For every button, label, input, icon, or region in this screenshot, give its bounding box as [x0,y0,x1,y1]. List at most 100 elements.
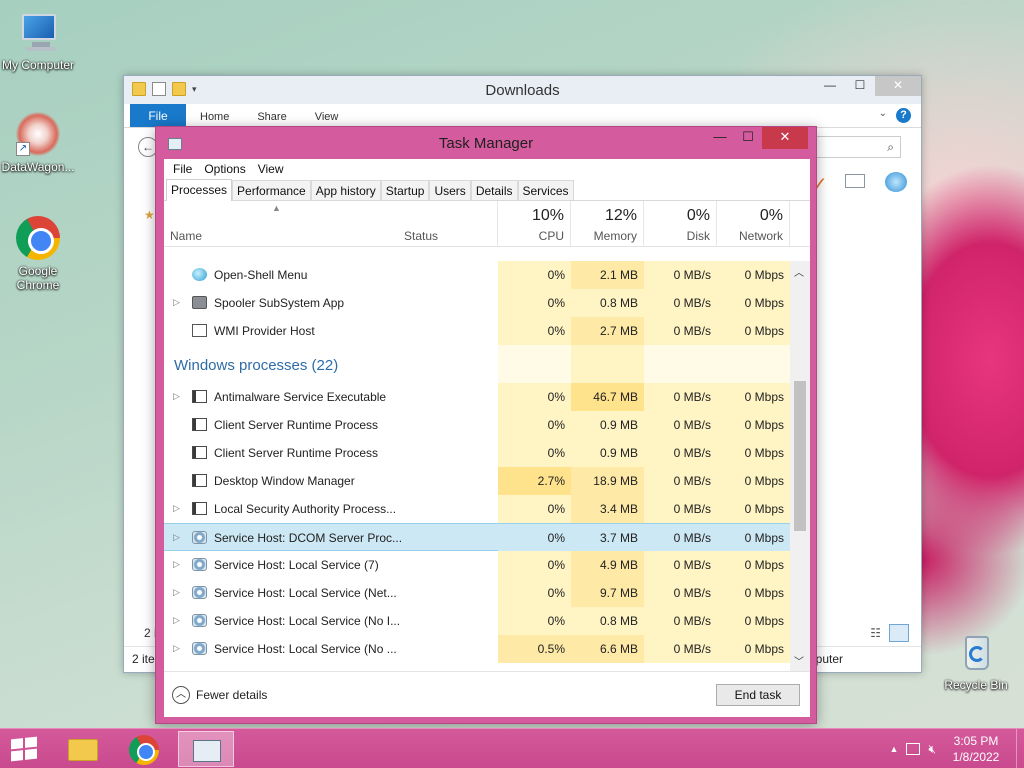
minimize-button[interactable]: — [815,76,845,96]
expand-chevron-icon[interactable]: ▷ [173,532,180,543]
gear-icon [192,558,207,571]
maximize-button[interactable]: ☐ [845,76,875,96]
process-network: 0 Mbps [717,289,790,317]
explorer-titlebar[interactable]: ▾ Downloads — ☐ ✕ [124,76,921,104]
chrome-icon [129,735,159,765]
globe-icon[interactable] [885,172,907,192]
task-manager-icon [193,740,221,762]
expand-chevron-icon[interactable]: ▷ [173,503,180,514]
vertical-scrollbar[interactable]: ︿ ﹀ [790,261,810,671]
expand-chevron-icon[interactable]: ▷ [173,643,180,654]
process-row[interactable]: ▷ Service Host: Local Service (No ... 0.… [164,635,790,663]
expand-chevron-icon[interactable]: ▷ [173,615,180,626]
column-label-network: Network [738,229,783,243]
process-row[interactable]: Client Server Runtime Process 0% 0.9 MB … [164,439,790,467]
show-hidden-icons-icon[interactable]: ▲ [890,744,899,754]
window-icon [192,418,207,431]
minimize-button[interactable]: — [706,127,734,149]
tab-details[interactable]: Details [470,180,518,200]
gear-icon [192,614,207,627]
taskbar-task-manager[interactable] [178,731,234,767]
volume-muted-icon[interactable]: 🔇︎ [928,742,936,757]
help-button[interactable]: ? [896,108,911,123]
network-icon[interactable] [906,743,921,755]
process-row[interactable]: ▷ Spooler SubSystem App 0% 0.8 MB 0 MB/s… [164,289,790,317]
expand-chevron-icon[interactable]: ▷ [173,297,180,308]
column-header-memory[interactable]: 12% Memory [571,201,644,247]
process-memory: 2.7 MB [571,317,644,345]
process-row[interactable]: Open-Shell Menu 0% 2.1 MB 0 MB/s 0 Mbps [164,261,790,289]
status-location: puter [815,652,843,666]
ribbon-tab-file[interactable]: File [130,104,186,127]
process-row-selected[interactable]: ▷ Service Host: DCOM Server Proc... 0% 3… [164,523,790,552]
process-row[interactable]: ▷ Service Host: Local Service (Net... 0%… [164,579,790,607]
process-network: 0 Mbps [717,467,790,495]
chevron-down-icon[interactable]: ⌄ [879,108,887,119]
scrollbar-thumb[interactable] [794,381,806,531]
process-memory: 0.9 MB [571,439,644,467]
tab-processes[interactable]: Processes [166,179,233,201]
process-name: WMI Provider Host [214,324,315,338]
tab-startup[interactable]: Startup [380,180,430,200]
expand-chevron-icon[interactable]: ▷ [173,559,180,570]
ribbon-tab-share[interactable]: Share [243,104,300,127]
tab-services[interactable]: Services [517,180,574,200]
process-row[interactable]: ▷ Antimalware Service Executable 0% 46.7… [164,383,790,411]
process-cpu: 0% [498,317,571,345]
taskbar-file-explorer[interactable] [54,731,110,767]
clock[interactable]: 3:05 PM 1/8/2022 [944,733,1008,765]
task-manager-window[interactable]: Task Manager — ☐ ✕ File Options View Pro… [155,126,817,724]
desktop-icon-datawagon[interactable]: ↗ DataWagon... [0,112,80,174]
menu-file[interactable]: File [168,162,197,176]
task-manager-titlebar[interactable]: Task Manager — ☐ ✕ [156,127,816,161]
scroll-up-icon[interactable]: ︿ [794,264,804,279]
search-icon[interactable]: ⌕ [811,136,901,158]
tab-app-history[interactable]: App history [310,180,381,200]
desktop-icon-recycle-bin[interactable]: Recycle Bin [934,630,1018,692]
end-task-button[interactable]: End task [716,684,800,706]
column-header-name[interactable]: ▲ Name [164,201,398,247]
show-desktop-button[interactable] [1016,729,1024,768]
menu-options[interactable]: Options [199,162,250,176]
process-row[interactable]: WMI Provider Host 0% 2.7 MB 0 MB/s 0 Mbp… [164,317,790,345]
large-icons-view-icon[interactable] [889,624,909,642]
close-button[interactable]: ✕ [875,76,921,96]
process-row[interactable]: ▷ Service Host: Local Service (No I... 0… [164,607,790,635]
process-list[interactable]: Open-Shell Menu 0% 2.1 MB 0 MB/s 0 Mbps … [164,261,810,671]
column-header-cpu[interactable]: 10% CPU [498,201,571,247]
wmi-icon [192,324,207,337]
scroll-down-icon[interactable]: ﹀ [794,653,804,668]
process-row[interactable]: Client Server Runtime Process 0% 0.9 MB … [164,411,790,439]
tab-performance[interactable]: Performance [232,180,311,200]
expand-chevron-icon[interactable]: ▷ [173,587,180,598]
mail-icon[interactable] [845,174,865,188]
taskbar-chrome[interactable] [116,731,172,767]
fewer-details-button[interactable]: ︿ Fewer details [172,686,267,704]
start-button[interactable] [0,729,48,768]
column-header-status[interactable]: Status [398,201,498,247]
process-name: Service Host: DCOM Server Proc... [214,531,403,545]
column-header-disk[interactable]: 0% Disk [644,201,717,247]
group-header-windows-processes[interactable]: Windows processes (22) [164,345,790,383]
process-name: Open-Shell Menu [214,268,308,282]
process-row[interactable]: ▷ Local Security Authority Process... 0%… [164,495,790,523]
ribbon-tab-view[interactable]: View [301,104,353,127]
process-network: 0 Mbps [717,524,790,552]
window-icon [192,390,207,403]
desktop-icon-my-computer[interactable]: My Computer [0,10,80,72]
details-view-icon[interactable]: ☷ [870,626,881,640]
desktop-icon-label: Google Chrome [16,264,60,292]
column-header-network[interactable]: 0% Network [717,201,790,247]
close-button[interactable]: ✕ [762,127,808,149]
desktop-icon-chrome[interactable]: Google Chrome [0,216,80,292]
ribbon-tab-home[interactable]: Home [186,104,243,127]
process-row[interactable]: Desktop Window Manager 2.7% 18.9 MB 0 MB… [164,467,790,495]
expand-chevron-icon[interactable]: ▷ [173,391,180,402]
menu-view[interactable]: View [253,162,289,176]
tab-users[interactable]: Users [429,180,471,200]
process-row[interactable]: ▷ Service Host: Local Service (7) 0% 4.9… [164,551,790,579]
cpu-total: 10% [531,207,564,224]
maximize-button[interactable]: ☐ [734,127,762,149]
process-name: Client Server Runtime Process [214,418,379,432]
column-headers: ▲ Name Status 10% CPU 12% Memory 0% Disk… [164,201,810,247]
